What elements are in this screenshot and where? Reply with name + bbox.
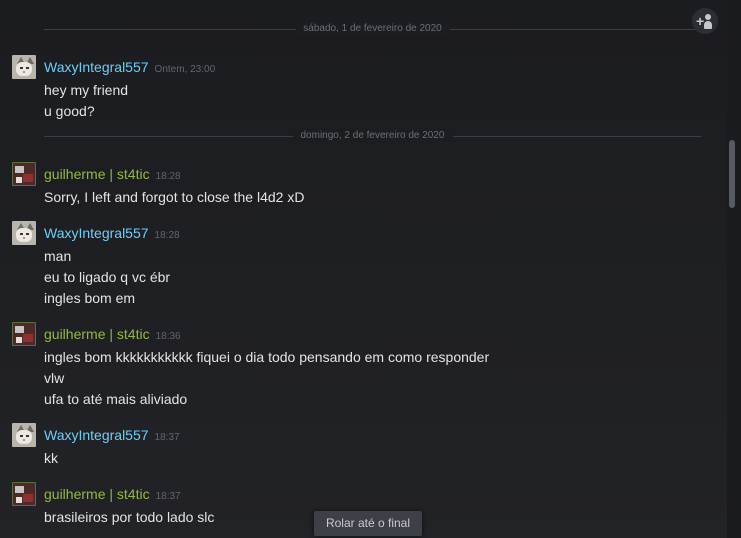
plus-icon: +	[696, 13, 705, 29]
message-text: brasileiros por todo lado slc	[44, 509, 215, 525]
timestamp: 18:36	[155, 331, 181, 342]
message-text: eu to ligado q vc ébr	[44, 269, 171, 285]
timestamp: Ontem, 23:00	[154, 64, 216, 75]
username[interactable]: WaxyIntegral557	[44, 59, 149, 75]
avatar[interactable]	[12, 221, 36, 245]
avatar[interactable]	[12, 322, 36, 346]
person-head-shape	[705, 14, 711, 20]
avatar[interactable]	[12, 482, 36, 506]
username[interactable]: guilherme | st4tic	[44, 326, 150, 342]
add-friend-icon[interactable]: +	[692, 8, 718, 34]
avatar[interactable]	[12, 423, 36, 447]
message-text: Sorry, I left and forgot to close the l4…	[44, 189, 305, 205]
username[interactable]: WaxyIntegral557	[44, 225, 149, 241]
message-text: ingles bom em	[44, 290, 136, 306]
message-header: guilherme | st4tic 18:37	[44, 486, 181, 504]
avatar[interactable]	[12, 162, 36, 186]
date-label: sábado, 1 de fevereiro de 2020	[295, 22, 450, 36]
username[interactable]: WaxyIntegral557	[44, 427, 149, 443]
message-body: kk	[44, 448, 58, 469]
timestamp: 18:37	[154, 432, 180, 443]
message-header: WaxyIntegral557 18:28	[44, 225, 180, 243]
message-body: hey my friend u good?	[44, 80, 128, 122]
message-header: WaxyIntegral557 Ontem, 23:00	[44, 59, 215, 77]
scrollbar-track[interactable]	[727, 0, 741, 538]
date-label: domingo, 2 de fevereiro de 2020	[292, 129, 453, 143]
date-separator: sábado, 1 de fevereiro de 2020	[44, 22, 701, 36]
username[interactable]: guilherme | st4tic	[44, 166, 150, 182]
message-header: guilherme | st4tic 18:36	[44, 326, 181, 344]
message-text: ufa to até mais aliviado	[44, 391, 188, 407]
message-text: ingles bom kkkkkkkkkkk fiquei o dia todo…	[44, 349, 490, 365]
message-text: hey my friend	[44, 82, 129, 98]
message-text: kk	[44, 450, 58, 466]
message-body: man eu to ligado q vc ébr ingles bom em	[44, 246, 170, 309]
scrollbar-thumb[interactable]	[729, 140, 735, 208]
message-text: man	[44, 248, 72, 264]
scroll-to-bottom-button[interactable]: Rolar até o final	[314, 511, 422, 536]
message-body: Sorry, I left and forgot to close the l4…	[44, 187, 304, 208]
person-body-shape	[704, 21, 712, 29]
message-body: ingles bom kkkkkkkkkkk fiquei o dia todo…	[44, 347, 489, 410]
timestamp: 18:37	[155, 491, 181, 502]
chat-log: sábado, 1 de fevereiro de 2020 WaxyInteg…	[0, 0, 727, 538]
date-separator: domingo, 2 de fevereiro de 2020	[44, 129, 701, 143]
timestamp: 18:28	[155, 171, 181, 182]
message-text: u good?	[44, 103, 95, 119]
timestamp: 18:28	[154, 230, 180, 241]
message-text: vlw	[44, 370, 65, 386]
avatar[interactable]	[12, 55, 36, 79]
message-body: brasileiros por todo lado slc	[44, 507, 214, 528]
message-header: WaxyIntegral557 18:37	[44, 427, 180, 445]
username[interactable]: guilherme | st4tic	[44, 486, 150, 502]
message-header: guilherme | st4tic 18:28	[44, 166, 181, 184]
